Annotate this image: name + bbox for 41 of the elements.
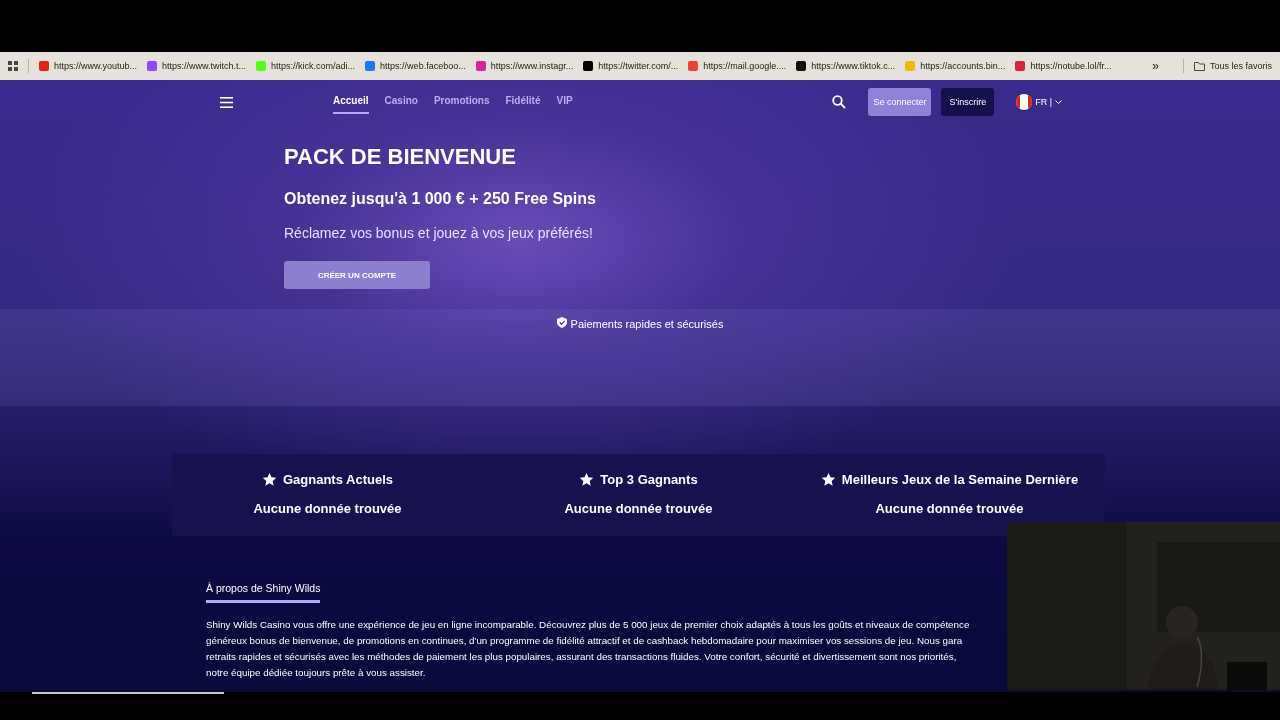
stat-title: Top 3 Gagnants <box>600 472 698 487</box>
stat-value: Aucune donnée trouvée <box>253 501 402 516</box>
star-icon <box>261 472 277 487</box>
bookmark-link[interactable]: https://twitter.com/... <box>583 61 679 71</box>
bookmark-link[interactable]: https://www.youtub... <box>39 61 138 71</box>
folder-icon <box>1193 61 1205 71</box>
flag-icon <box>1016 94 1033 110</box>
more-bookmarks-button[interactable]: » <box>1152 59 1159 73</box>
shield-check-icon <box>556 317 567 328</box>
star-icon <box>579 472 595 487</box>
signup-button[interactable]: S'inscrire <box>941 88 995 116</box>
menu-icon[interactable] <box>220 96 233 108</box>
bookmark-link[interactable]: https://mail.google.... <box>688 61 787 71</box>
bookmark-link[interactable]: https://www.instagr... <box>475 61 574 71</box>
star-icon <box>820 472 836 487</box>
nav-tab[interactable]: Casino <box>384 88 418 114</box>
trust-text: Paiements rapides et sécurisés <box>570 317 724 331</box>
apps-grid-icon[interactable] <box>8 61 18 71</box>
hero-title: PACK DE BIENVENUE <box>284 144 516 170</box>
nav-tab[interactable]: VIP <box>556 88 573 114</box>
all-bookmarks-link[interactable]: Tous les favoris <box>1193 61 1272 71</box>
nav-tab[interactable]: Fidélité <box>505 88 541 114</box>
bookmark-link[interactable]: https://accounts.bin... <box>905 61 1006 71</box>
bookmark-link[interactable]: https://www.tiktok.c... <box>796 61 896 71</box>
about-heading: À propos de Shiny Wilds <box>206 582 321 603</box>
stat-value: Aucune donnée trouvée <box>564 501 713 516</box>
chevron-down-icon <box>1055 99 1062 105</box>
nav-tab[interactable]: Accueil <box>333 88 369 114</box>
bookmark-link[interactable]: https://kick.com/adi... <box>256 61 356 71</box>
search-icon[interactable] <box>832 95 847 109</box>
about-paragraph: Shiny Wilds Casino vous offre une expérience de jeu en ligne incomparable. Découvrez plus de 5 000 jeux de premier choix adaptés à tous les goûts et niveaux de compétence généreux bonus de bienvenue, de promotions en continues, d'un programme de fidélité attractif et de cashback hebdomadaire pour maximiser vos sessions de jeu. Nous gara retraits rapides et sécurisés avec les méthodes de paiement les plus populaires, assurant des transactions fluides. Votre confort, sécurité et divertissement sont nos priorités, notre équipe dédiée toujours prête à vous assister. <box>206 618 970 680</box>
hero-subtitle: Obtenez jusqu'à 1 000 € + 250 Free Spins <box>284 190 596 208</box>
bookmark-link[interactable]: https://web.faceboo... <box>365 61 466 71</box>
language-selector[interactable]: FR | <box>1010 93 1068 111</box>
stat-title: Meilleurs Jeux de la Semaine Dernière <box>841 472 1079 487</box>
stat-title: Gagnants Actuels <box>282 472 393 487</box>
nav-tab[interactable]: Promotions <box>433 88 490 114</box>
hero-text: Réclamez vos bonus et jouez à vos jeux préférés! <box>284 225 593 241</box>
bookmark-link[interactable]: https://notube.lol/fr... <box>1015 61 1112 71</box>
bookmark-link[interactable]: https://www.twitch.t... <box>147 61 247 71</box>
stat-value: Aucune donnée trouvée <box>875 501 1024 516</box>
